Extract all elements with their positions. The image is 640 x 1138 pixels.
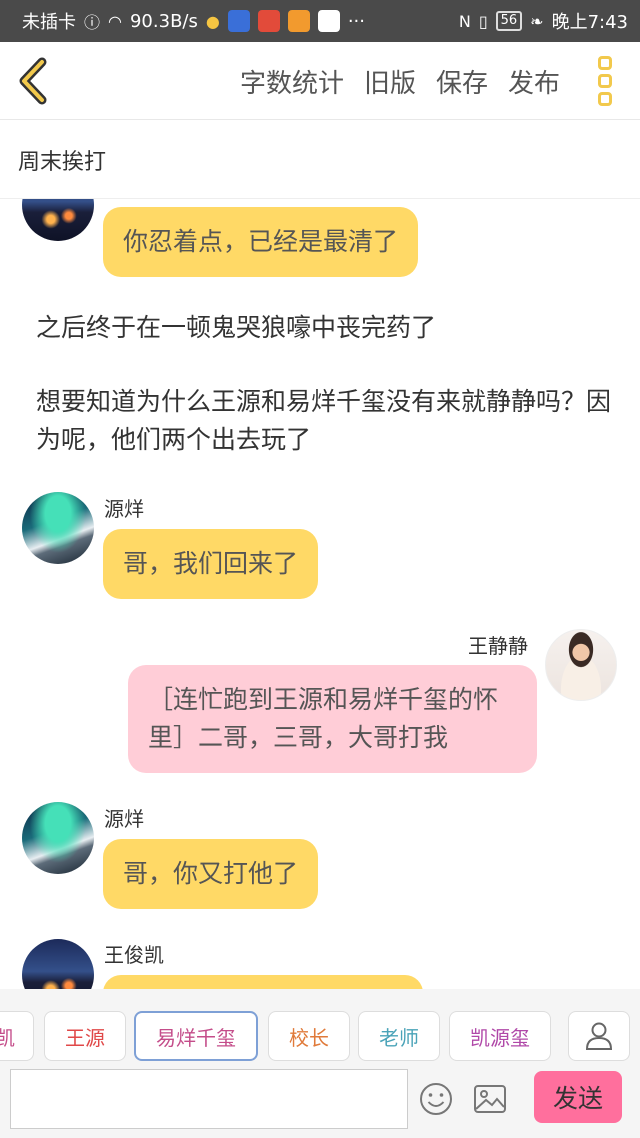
story-content[interactable]: 你忍着点，已经是最清了 之后终于在一顿鬼哭狼嚎中丧完药了 想要知道为什么王源和易… — [0, 199, 640, 989]
character-chip[interactable]: 老师 — [358, 1011, 440, 1061]
nfc-icon: N — [458, 11, 471, 31]
vibrate-icon: ▯ — [478, 11, 488, 31]
speaker-name: 源烊 — [104, 807, 144, 831]
save-button[interactable]: 保存 — [436, 63, 488, 100]
document-title[interactable]: 周末挨打 — [0, 121, 640, 199]
avatar[interactable] — [545, 629, 617, 701]
word-count-button[interactable]: 字数统计 — [240, 63, 344, 100]
old-version-button[interactable]: 旧版 — [364, 63, 416, 100]
back-arrow-icon[interactable] — [14, 56, 54, 106]
top-app-bar: 字数统计 旧版 保存 发布 — [0, 42, 640, 120]
avatar[interactable] — [22, 939, 94, 989]
more-menu-icon[interactable] — [598, 56, 614, 106]
add-character-button[interactable] — [568, 1011, 630, 1061]
message-bubble[interactable] — [103, 975, 423, 989]
character-chip[interactable]: 王源 — [44, 1011, 126, 1061]
document-title-text: 周末挨打 — [18, 149, 107, 175]
message-bubble[interactable]: 哥，我们回来了 — [103, 529, 319, 599]
network-speed: 90.3B/s — [129, 10, 198, 32]
message-bubble[interactable]: 你忍着点，已经是最清了 — [103, 207, 419, 277]
wifi-icon: ◠ — [108, 11, 122, 31]
battery-icon: 56 — [495, 11, 523, 31]
avatar[interactable] — [22, 492, 94, 564]
avatar[interactable] — [22, 802, 94, 874]
speaker-name: 王俊凯 — [104, 943, 164, 967]
message-input[interactable] — [10, 1069, 408, 1129]
status-left: 未插卡 ⓘ ◠ 90.3B/s ● ··· — [22, 8, 459, 34]
baidu-icon — [227, 10, 250, 32]
bulb-icon: ● — [205, 11, 220, 31]
character-selector: 凯 王源 易烊千玺 校长 老师 凯源玺 — [0, 989, 640, 1069]
character-chip[interactable]: 校长 — [268, 1011, 350, 1061]
publish-button[interactable]: 发布 — [508, 63, 560, 100]
message-bubble[interactable]: ［连忙跑到王源和易烊千玺的怀里］二哥，三哥，大哥打我 — [128, 665, 537, 773]
carrier-label: 未插卡 — [22, 12, 76, 33]
toolbar-actions: 字数统计 旧版 保存 发布 — [240, 42, 560, 120]
status-right: N ▯ 56 ❧ 晚上7:43 — [459, 8, 628, 34]
image-icon[interactable] — [472, 1081, 508, 1117]
character-chip-selected[interactable]: 易烊千玺 — [134, 1011, 258, 1061]
sim-alert-icon: ⓘ — [84, 13, 101, 32]
clock: 晚上7:43 — [551, 12, 628, 33]
play-icon — [287, 10, 310, 32]
leaf-icon: ❧ — [530, 11, 544, 31]
qq-icon — [317, 10, 340, 32]
input-bar: 发送 — [0, 1069, 640, 1138]
narration-text[interactable]: 想要知道为什么王源和易烊千玺没有来就静静吗？因为呢，他们两个出去玩了 — [36, 383, 616, 459]
app-icon — [257, 10, 280, 32]
avatar[interactable] — [22, 199, 94, 241]
character-chip[interactable]: 凯 — [0, 1011, 34, 1061]
character-chip[interactable]: 凯源玺 — [449, 1011, 551, 1061]
emoji-icon[interactable] — [418, 1081, 454, 1117]
user-icon — [585, 1022, 613, 1050]
status-bar: 未插卡 ⓘ ◠ 90.3B/s ● ··· N ▯ 56 ❧ 晚上7:43 — [0, 0, 640, 42]
more-dots-icon: ··· — [347, 10, 365, 32]
speaker-name: 源烊 — [104, 497, 144, 521]
send-button[interactable]: 发送 — [534, 1071, 622, 1123]
narration-text[interactable]: 之后终于在一顿鬼哭狼嚎中丧完药了 — [36, 309, 616, 347]
speaker-name: 王静静 — [468, 634, 528, 658]
message-bubble[interactable]: 哥，你又打他了 — [103, 839, 319, 909]
